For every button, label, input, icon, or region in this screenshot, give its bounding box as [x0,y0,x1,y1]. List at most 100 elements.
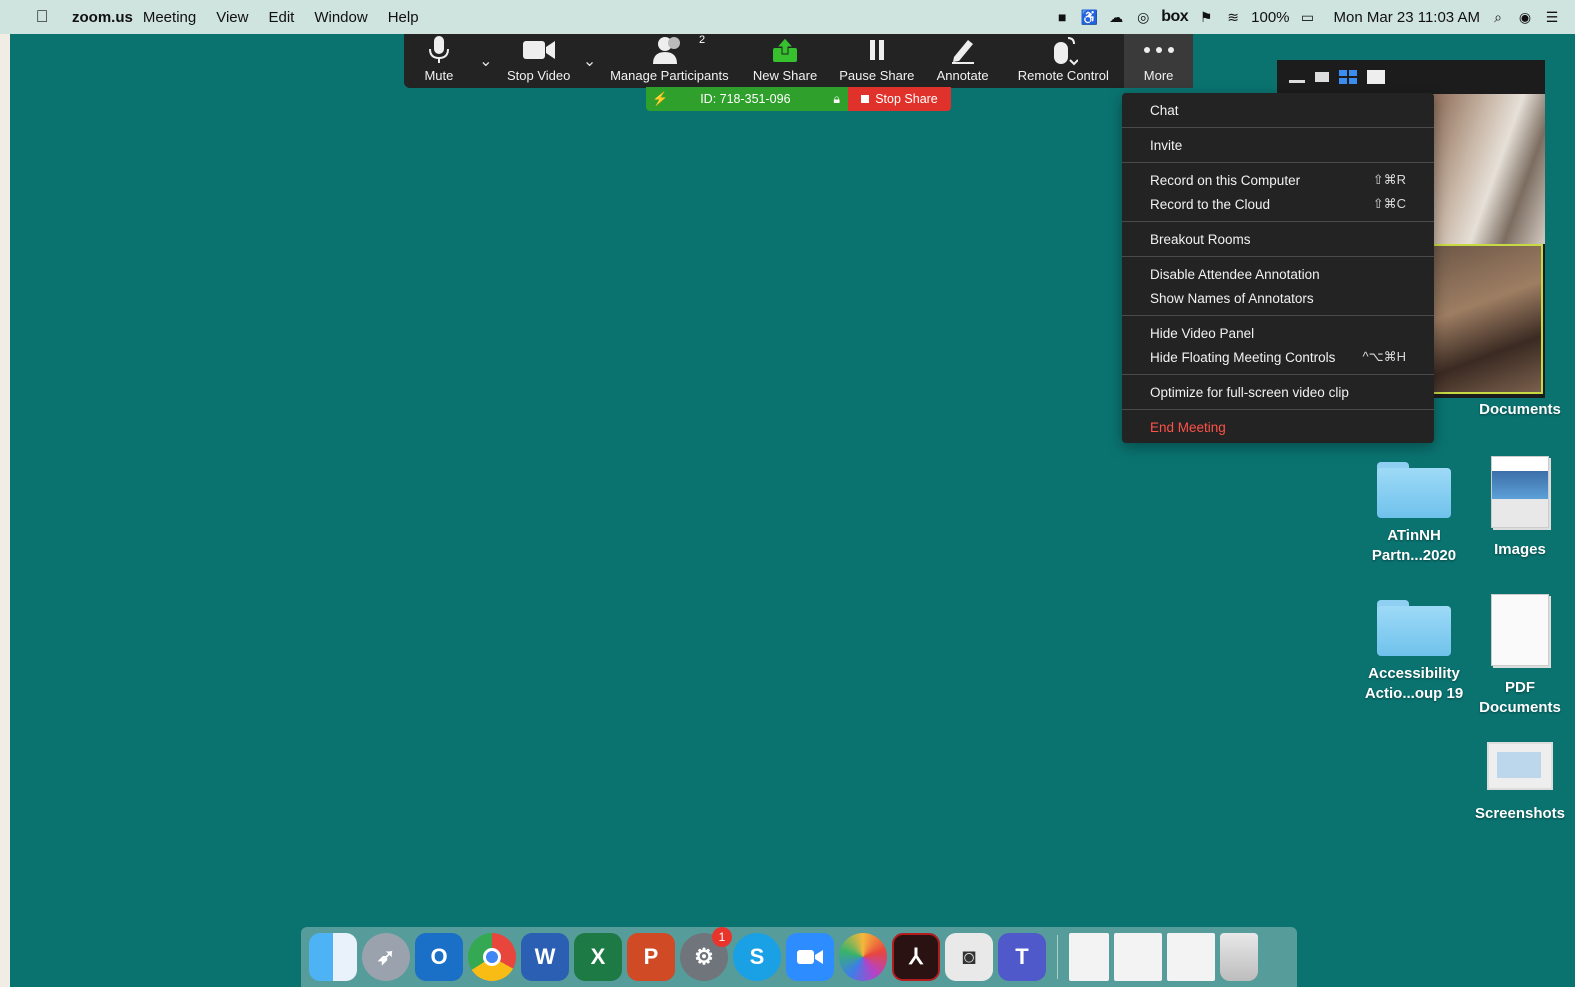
clock[interactable]: Mon Mar 23 11:03 AM [1334,9,1480,26]
record-computer-label: Record on this Computer [1150,172,1301,188]
menu-item-record-computer[interactable]: Record on this Computer ⇧⌘R [1122,168,1434,192]
battery-icon[interactable]: ▭ [1299,8,1317,26]
system-preferences-gear-icon[interactable]: ⚙ 1 [680,927,732,981]
creative-cloud-icon[interactable]: ☁ [1107,8,1125,26]
screenshot-camera-icon[interactable]: ◙ [945,933,993,981]
stop-video-button[interactable]: Stop Video [498,30,580,88]
notification-center-icon[interactable]: ☰ [1543,8,1561,26]
desktop-accessibility-folder[interactable]: Accessibility Actio...oup 19 [1354,600,1474,704]
zoom-meeting-toolbar: Mute ⌄ Stop Video ⌄ 2 Manage Participant… [404,30,1193,88]
malware-shield-icon[interactable]: ⚑ [1197,8,1215,26]
accessibility-label-line1: Accessibility [1368,665,1460,682]
word-icon[interactable]: W [521,933,569,981]
new-share-button[interactable]: New Share [739,30,831,88]
show-annotators-label: Show Names of Annotators [1150,290,1314,306]
zoom-status-icon[interactable]: ■ [1053,8,1071,26]
hide-floating-label: Hide Floating Meeting Controls [1150,349,1336,365]
menu-item-hide-floating-controls[interactable]: Hide Floating Meeting Controls ^⌥⌘H [1122,345,1434,369]
apple-menu-icon[interactable]:  [22,7,62,27]
dock: ➶ O W X P ⚙ 1 S ⅄ ◙ T [301,927,1297,987]
participants-icon [652,34,686,66]
outlook-icon[interactable]: O [415,933,463,981]
menu-item-chat[interactable]: Chat [1122,98,1434,122]
ppt-letter: P [643,944,659,969]
audio-options-chevron-icon[interactable]: ⌄ [474,30,498,88]
launchpad-rocket-icon[interactable]: ➶ [362,933,410,981]
system-preferences-badge: 1 [712,927,732,947]
stop-share-label: Stop Share [875,92,938,106]
photos-icon[interactable] [839,933,887,981]
menu-item-invite[interactable]: Invite [1122,133,1434,157]
desktop-documents-folder[interactable]: Documents [1465,400,1575,420]
participant-video-2[interactable] [1432,244,1543,394]
menu-edit[interactable]: Edit [268,9,294,26]
siri-icon[interactable]: ◉ [1516,8,1534,26]
mute-button[interactable]: Mute [404,30,474,88]
menu-item-show-annotators[interactable]: Show Names of Annotators [1122,286,1434,310]
accessibility-icon[interactable]: ♿ [1080,8,1098,26]
manage-participants-button[interactable]: 2 Manage Participants [600,30,740,88]
desktop-pdf-documents[interactable]: PDF Documents [1465,594,1575,718]
minimize-panel-icon[interactable] [1289,71,1305,83]
menu-item-disable-annotation[interactable]: Disable Attendee Annotation [1122,262,1434,286]
pause-share-label: Pause Share [839,68,915,83]
battery-percent: 100% [1251,8,1290,26]
menu-view[interactable]: View [216,9,248,26]
desktop-atinnh-folder[interactable]: ATinNH Partn...2020 [1354,462,1474,566]
desktop-screenshots-item[interactable]: Screenshots [1465,742,1575,824]
gallery-view-icon[interactable] [1339,70,1357,84]
remote-control-button[interactable]: Remote Control [1002,30,1124,88]
menu-item-breakout-rooms[interactable]: Breakout Rooms [1122,227,1434,251]
pause-share-button[interactable]: Pause Share [831,30,923,88]
signal-icon: ⚡ [652,91,669,106]
active-speaker-view-icon[interactable] [1315,72,1329,82]
atinnh-label-line1: ATinNH [1387,527,1441,544]
teams-icon[interactable]: T [998,933,1046,981]
recent-powerpoint-document-icon[interactable] [1114,933,1162,981]
spotlight-search-icon[interactable]: ⌕ [1489,8,1507,26]
participant-video-1[interactable] [1432,94,1545,244]
sync-icon[interactable]: ◎ [1134,8,1152,26]
menu-window[interactable]: Window [314,9,367,26]
pdf-label-line1: PDF [1505,679,1535,696]
breakout-rooms-label: Breakout Rooms [1150,231,1251,247]
video-camera-icon [522,34,556,66]
menu-app-name[interactable]: zoom.us [72,9,133,26]
menu-meeting[interactable]: Meeting [143,9,196,26]
stop-share-button[interactable]: Stop Share [848,87,951,111]
trash-icon[interactable] [1220,933,1258,981]
desktop-images-item[interactable]: Images [1465,456,1575,560]
excel-icon[interactable]: X [574,933,622,981]
menu-item-record-cloud[interactable]: Record to the Cloud ⇧⌘C [1122,192,1434,216]
meeting-id-bar[interactable]: ⚡ ID: 718-351-096 🔒︎ [646,87,848,111]
hide-floating-shortcut: ^⌥⌘H [1362,349,1406,364]
skype-icon[interactable]: S [733,933,781,981]
word-letter: W [534,944,556,969]
menu-item-end-meeting[interactable]: End Meeting [1122,415,1434,439]
recent-pdf-document-icon[interactable] [1069,933,1109,981]
zoom-icon[interactable] [786,933,834,981]
wifi-icon[interactable]: ≋ [1224,8,1242,26]
acrobat-icon[interactable]: ⅄ [892,933,940,981]
pdf-label-line2: Documents [1479,699,1561,716]
powerpoint-icon[interactable]: P [627,933,675,981]
menu-item-hide-video-panel[interactable]: Hide Video Panel [1122,321,1434,345]
documents-label: Documents [1479,401,1561,418]
invite-label: Invite [1150,137,1183,153]
end-meeting-label: End Meeting [1150,419,1226,435]
annotate-button[interactable]: Annotate [923,30,1003,88]
more-button[interactable]: More [1124,30,1193,88]
video-options-chevron-icon[interactable]: ⌄ [580,30,600,88]
disable-annotation-label: Disable Attendee Annotation [1150,266,1320,282]
chrome-icon[interactable] [468,933,516,981]
recent-word-document-icon[interactable] [1167,933,1215,981]
menu-help[interactable]: Help [388,9,419,26]
menu-item-optimize-video[interactable]: Optimize for full-screen video clip [1122,380,1434,404]
folder-icon [1377,462,1451,518]
expand-panel-icon[interactable] [1367,70,1385,84]
share-status-bar: ⚡ ID: 718-351-096 🔒︎ Stop Share [646,87,951,111]
more-dropdown-menu: Chat Invite Record on this Computer ⇧⌘R R… [1122,93,1434,443]
more-dots-icon [1143,34,1175,66]
box-icon[interactable]: box [1161,8,1188,26]
finder-icon[interactable] [309,933,357,981]
